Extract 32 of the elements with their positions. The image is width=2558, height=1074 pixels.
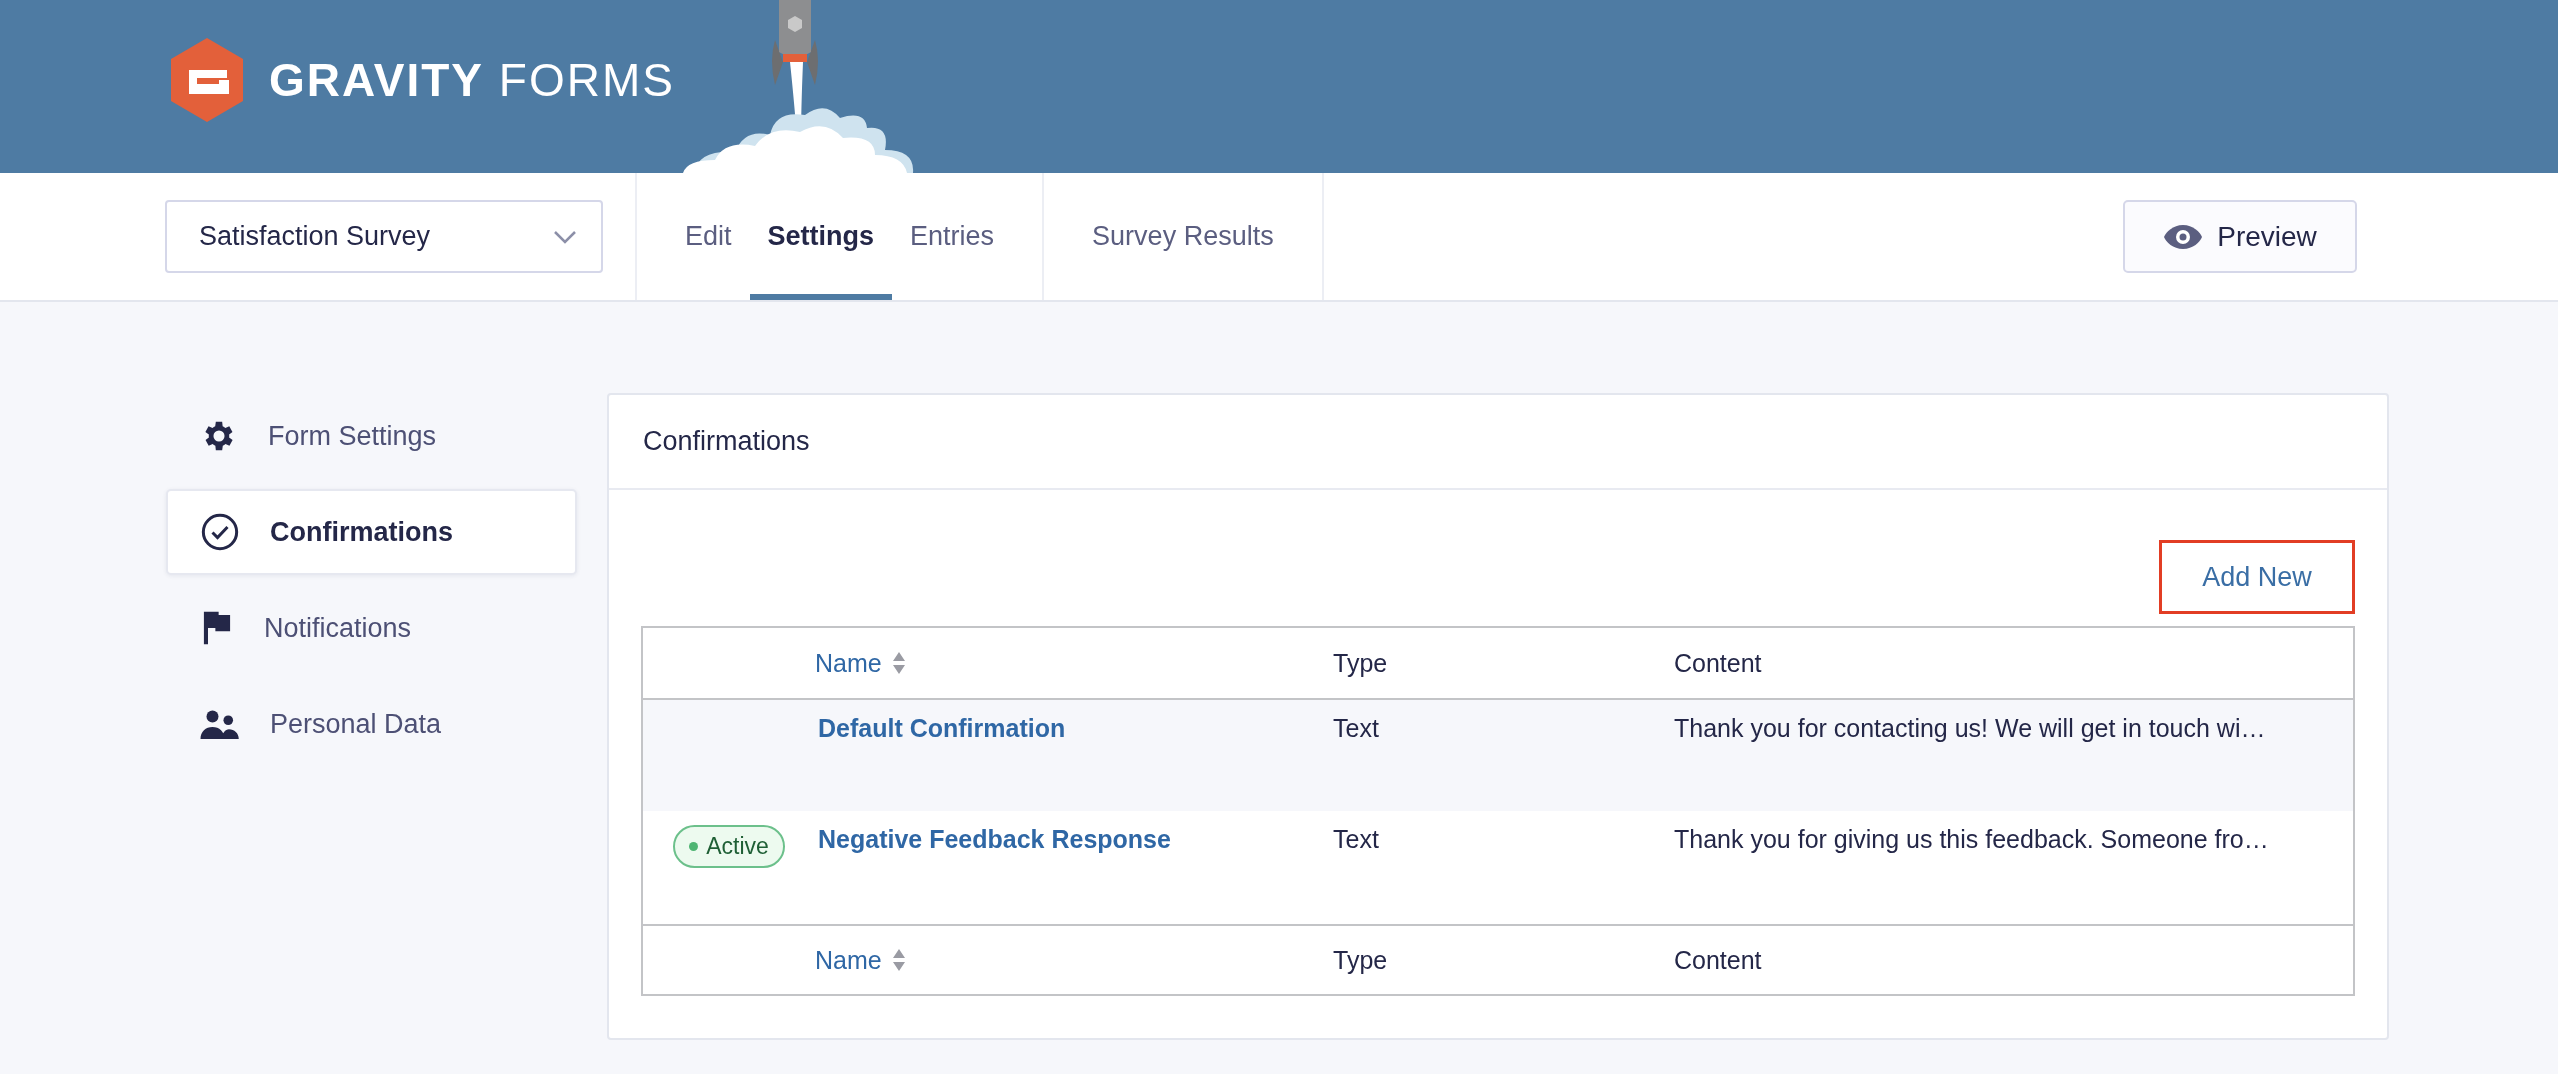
chevron-down-icon bbox=[553, 229, 577, 244]
column-footer[interactable]: Name bbox=[815, 945, 906, 975]
logo-text: GRAVITY FORMS bbox=[269, 52, 675, 107]
people-icon bbox=[200, 709, 240, 739]
sidebar-item[interactable]: Confirmations bbox=[166, 489, 577, 575]
confirmation-link[interactable]: Default Confirmation bbox=[818, 700, 1066, 743]
nav-tab[interactable]: Edit bbox=[667, 173, 750, 300]
sidebar-item[interactable]: Personal Data bbox=[166, 681, 577, 767]
form-select[interactable]: Satisfaction Survey bbox=[165, 200, 603, 273]
status-badge: Active bbox=[673, 825, 785, 868]
confirmation-link[interactable]: Negative Feedback Response bbox=[818, 811, 1171, 854]
column-header: Type bbox=[1333, 648, 1389, 678]
sidebar-item[interactable]: Form Settings bbox=[166, 393, 577, 479]
sort-icon bbox=[891, 651, 906, 675]
table-cell-text: Text bbox=[1333, 824, 1380, 854]
table-cell-text: Thank you for contacting us! We will get in touch wi… bbox=[1674, 713, 2267, 743]
eye-icon bbox=[2163, 223, 2204, 250]
column-footer: Type bbox=[1333, 945, 1674, 975]
column-header: Content bbox=[1674, 648, 1763, 678]
nav-tab[interactable]: Entries bbox=[892, 173, 1013, 300]
sidebar-item[interactable]: Notifications bbox=[166, 585, 577, 671]
column-header[interactable]: Name bbox=[815, 648, 906, 678]
sort-icon bbox=[891, 948, 906, 972]
nav-tab[interactable]: Survey Results bbox=[1074, 173, 1292, 300]
check-circle-icon bbox=[200, 512, 240, 552]
table-cell-text: Thank you for giving us this feedback. Someone fro… bbox=[1674, 824, 2270, 854]
preview-button[interactable]: Preview bbox=[2123, 200, 2357, 273]
nav-tab[interactable]: Settings bbox=[749, 173, 893, 300]
add-new-button[interactable]: Add New bbox=[2159, 540, 2355, 614]
column-footer: Content bbox=[1674, 945, 2353, 975]
table-cell-text: Text bbox=[1333, 713, 1380, 743]
panel-title: Confirmations bbox=[609, 395, 2387, 490]
